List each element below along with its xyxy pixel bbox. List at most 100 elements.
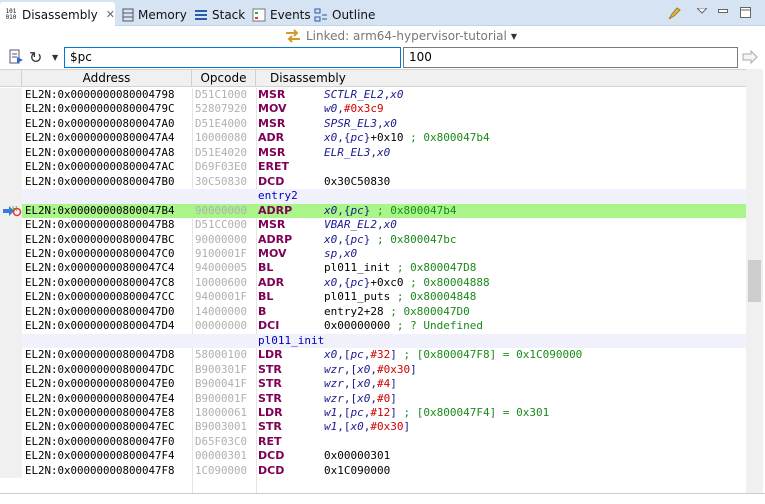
tab-stack[interactable]: Stack bbox=[194, 3, 245, 26]
table-row[interactable]: EL2N:0x00000000800047B0 30C50830 DCD 0x30C5… bbox=[0, 174, 746, 190]
row-gutter[interactable] bbox=[0, 348, 22, 363]
address-cell: EL2N:0x000000008000479C bbox=[25, 102, 175, 116]
row-gutter[interactable] bbox=[0, 449, 22, 464]
opcode-cell: D51CC000 bbox=[195, 218, 248, 232]
instruction-count-input[interactable]: 100 bbox=[403, 47, 738, 68]
table-row[interactable]: EL2N:0x00000000800047A0 D51E4000 MSR SPSR_E… bbox=[0, 116, 746, 132]
view-menu-icon[interactable] bbox=[697, 8, 707, 14]
column-header-disassembly[interactable]: Disassembly bbox=[256, 70, 746, 87]
tab-outline[interactable]: Outline bbox=[314, 3, 375, 26]
tab-memory[interactable]: Memory bbox=[120, 3, 187, 26]
table-row[interactable]: H EL2N:0x00000000800047B4 90000000 ADRP x0,{… bbox=[0, 203, 746, 219]
operand-text: +0xc0 bbox=[370, 275, 411, 289]
go-arrow-icon[interactable] bbox=[742, 50, 758, 64]
table-row[interactable]: EL2N:0x000000008000479C 52807920 MOV w0,#0x… bbox=[0, 102, 746, 117]
operand-text: entry2+28 bbox=[324, 304, 391, 318]
row-gutter[interactable] bbox=[0, 131, 22, 146]
gutter-header bbox=[0, 70, 22, 87]
table-row[interactable]: EL2N:0x00000000800047F4 00000301 DCD 0x0000… bbox=[0, 449, 746, 464]
register: x0 bbox=[383, 218, 397, 232]
register: x0 bbox=[343, 246, 358, 260]
register: pc bbox=[350, 131, 364, 145]
mnemonic-cell: RET bbox=[258, 434, 282, 448]
row-gutter[interactable] bbox=[0, 463, 22, 479]
punctuation: ,{ bbox=[337, 275, 351, 289]
row-gutter[interactable] bbox=[0, 174, 22, 190]
row-gutter[interactable] bbox=[0, 246, 22, 262]
table-row[interactable]: EL2N:0x00000000800047A8 D51E4020 MSR ELR_EL… bbox=[0, 145, 746, 161]
disassembly-icon: 101 010 bbox=[5, 7, 17, 21]
row-gutter[interactable] bbox=[0, 304, 22, 320]
tab-events[interactable]: Events bbox=[252, 3, 311, 26]
pin-icon[interactable] bbox=[666, 5, 682, 21]
table-row[interactable]: EL2N:0x00000000800047E0 B900041F STR wzr,[x… bbox=[0, 377, 746, 392]
table-row[interactable]: EL2N:0x00000000800047C8 10000600 ADR x0,{pc… bbox=[0, 275, 746, 291]
go-to-pc-icon[interactable] bbox=[8, 49, 24, 65]
row-gutter[interactable] bbox=[0, 290, 22, 305]
immediate: #32 bbox=[370, 348, 391, 362]
table-row[interactable]: EL2N:0x00000000800047C0 9100001F MOV sp,x0 bbox=[0, 246, 746, 262]
opcode-cell: 00000000 bbox=[195, 319, 248, 333]
tab-label: Disassembly bbox=[21, 7, 98, 22]
row-gutter[interactable]: H bbox=[0, 203, 22, 219]
table-row[interactable]: EL2N:0x00000000800047F0 D65F03C0 RET bbox=[0, 434, 746, 450]
table-row[interactable]: EL2N:0x00000000800047B8 D51CC000 MSR VBAR_E… bbox=[0, 218, 746, 233]
table-row[interactable]: EL2N:0x00000000800047C4 94000005 BL pl011_i… bbox=[0, 261, 746, 276]
row-gutter[interactable] bbox=[0, 333, 22, 349]
table-row[interactable]: EL2N:0x00000000800047E8 18000061 LDR w1,[pc… bbox=[0, 405, 746, 421]
row-gutter[interactable] bbox=[0, 405, 22, 421]
scrollbar-thumb[interactable] bbox=[748, 259, 761, 303]
row-gutter[interactable] bbox=[0, 160, 22, 175]
row-gutter[interactable] bbox=[0, 102, 22, 117]
row-gutter[interactable] bbox=[0, 261, 22, 276]
opcode-cell: 90000000 bbox=[195, 232, 248, 246]
operands-cell: wzr,[x0,#0x30] bbox=[324, 363, 417, 377]
table-row[interactable]: EL2N:0x00000000800047EC B9003001 STR w1,[x0… bbox=[0, 420, 746, 435]
table-row[interactable]: EL2N:0x0000000080004798 D51C1000 MSR SCTLR_… bbox=[0, 88, 746, 103]
address-cell: EL2N:0x00000000800047F8 bbox=[25, 463, 175, 477]
row-gutter[interactable] bbox=[0, 232, 22, 247]
column-header-opcode[interactable]: Opcode bbox=[192, 70, 256, 87]
table-row[interactable]: EL2N:0x00000000800047F8 1C090000 DCD 0x1C09… bbox=[0, 463, 746, 479]
punctuation: , bbox=[376, 218, 384, 232]
address-input[interactable]: $pc bbox=[64, 47, 401, 68]
operand-text: +0x10 bbox=[370, 131, 411, 145]
table-row[interactable]: EL2N:0x00000000800047D4 00000000 DCI 0x0000… bbox=[0, 319, 746, 334]
table-row[interactable]: EL2N:0x00000000800047DC B900301F STR wzr,[x… bbox=[0, 362, 746, 378]
row-gutter[interactable] bbox=[0, 420, 22, 435]
row-gutter[interactable] bbox=[0, 391, 22, 406]
row-gutter[interactable] bbox=[0, 189, 22, 204]
table-row[interactable]: EL2N:0x00000000800047CC 9400001F BL pl011_p… bbox=[0, 290, 746, 305]
row-gutter[interactable] bbox=[0, 275, 22, 291]
mnemonic-cell: LDR bbox=[258, 405, 283, 419]
row-gutter[interactable] bbox=[0, 377, 22, 392]
table-row[interactable]: EL2N:0x00000000800047D8 58000100 LDR x0,[pc… bbox=[0, 348, 746, 363]
row-gutter[interactable] bbox=[0, 319, 22, 334]
history-icon[interactable]: ↻ bbox=[29, 48, 42, 67]
operands-cell: sp,x0 bbox=[324, 247, 357, 261]
operands-cell: wzr,[x0,#0] bbox=[324, 392, 397, 406]
register: x0 bbox=[383, 116, 397, 130]
row-gutter[interactable] bbox=[0, 362, 22, 378]
vertical-scrollbar[interactable] bbox=[746, 69, 763, 493]
linked-context-selector[interactable]: Linked: arm64-hypervisor-tutorial ▼ bbox=[284, 27, 517, 45]
operands-cell: 0x1C090000 bbox=[324, 464, 390, 478]
tab-disassembly[interactable]: 101 010 Disassembly ✕ bbox=[0, 2, 115, 27]
history-dropdown-icon[interactable]: ▼ bbox=[52, 53, 58, 62]
row-gutter[interactable] bbox=[0, 116, 22, 132]
table-row[interactable]: EL2N:0x00000000800047D0 14000000 Bentry2+2… bbox=[0, 304, 746, 320]
row-gutter[interactable] bbox=[0, 145, 22, 161]
minimize-icon[interactable] bbox=[718, 9, 728, 13]
table-row[interactable]: EL2N:0x00000000800047A4 10000080 ADR x0,{pc… bbox=[0, 131, 746, 146]
label-row[interactable]: pl011_init bbox=[0, 333, 746, 349]
maximize-icon[interactable] bbox=[740, 7, 751, 18]
column-header-address[interactable]: Address bbox=[22, 70, 192, 87]
label-row[interactable]: entry2 bbox=[0, 189, 746, 204]
close-icon[interactable]: ✕ bbox=[106, 8, 115, 21]
table-row[interactable]: EL2N:0x00000000800047E4 B900001F STR wzr,[x… bbox=[0, 391, 746, 406]
table-row[interactable]: EL2N:0x00000000800047BC 90000000 ADRP x0,{p… bbox=[0, 232, 746, 247]
row-gutter[interactable] bbox=[0, 88, 22, 103]
row-gutter[interactable] bbox=[0, 434, 22, 450]
row-gutter[interactable] bbox=[0, 218, 22, 233]
table-row[interactable]: EL2N:0x00000000800047AC D69F03E0 ERET bbox=[0, 160, 746, 175]
